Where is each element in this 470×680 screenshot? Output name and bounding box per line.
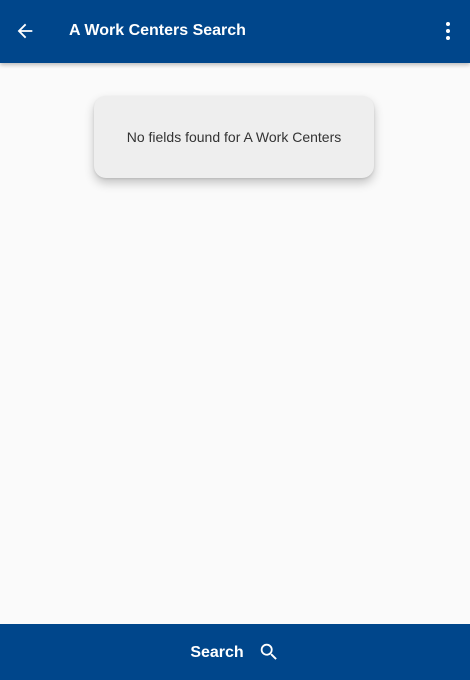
search-button-label: Search	[190, 644, 244, 661]
empty-state-card: No fields found for A Work Centers	[94, 96, 374, 178]
app-screen: A Work Centers Search No fields found fo…	[0, 0, 470, 680]
overflow-menu-button[interactable]	[436, 19, 460, 43]
back-button[interactable]	[12, 18, 38, 44]
page-title: A Work Centers Search	[69, 22, 246, 39]
app-bar: A Work Centers Search	[0, 0, 470, 63]
more-vertical-icon	[446, 22, 450, 40]
search-icon	[258, 641, 280, 663]
empty-state-message: No fields found for A Work Centers	[126, 129, 342, 145]
arrow-left-icon	[17, 23, 33, 39]
search-button[interactable]: Search	[0, 624, 470, 680]
